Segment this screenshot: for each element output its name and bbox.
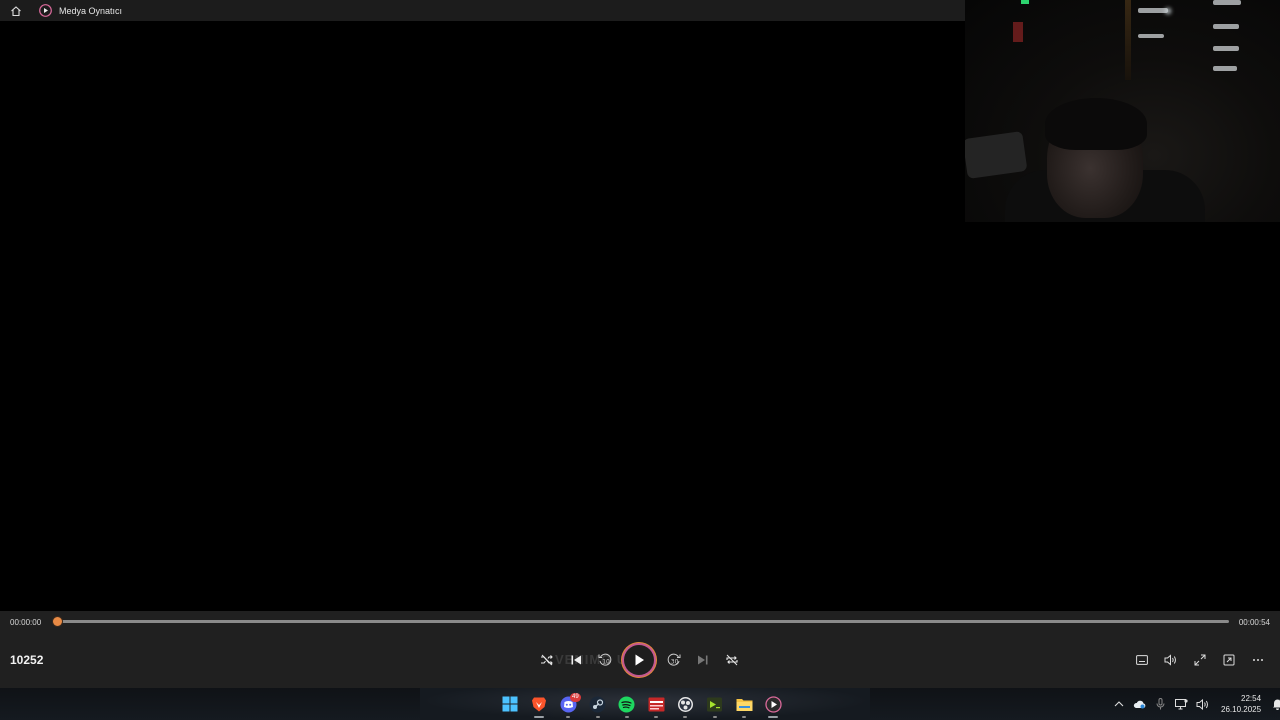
webcam-overlay xyxy=(965,0,1280,222)
previous-button[interactable] xyxy=(565,650,587,670)
svg-text:30: 30 xyxy=(671,659,679,666)
tray-network[interactable] xyxy=(1171,694,1192,714)
taskbar: 49 22:54 26.10.2025 xyxy=(0,688,1280,720)
mini-player-icon xyxy=(1223,654,1234,666)
playback-controls: VENIMO UNIT 10 30 xyxy=(535,644,745,676)
tray-onedrive[interactable] xyxy=(1129,694,1150,714)
network-icon xyxy=(1175,698,1188,709)
media-player-app-icon xyxy=(38,4,52,18)
brave-icon xyxy=(531,697,546,711)
steam-icon xyxy=(589,696,606,712)
subtitles-icon xyxy=(1135,655,1148,665)
taskbar-terminal[interactable] xyxy=(700,688,729,720)
rewind-10-button[interactable]: 10 xyxy=(594,650,616,670)
spotify-icon xyxy=(618,696,635,712)
title-bar: Medya Oynatıcı xyxy=(0,0,965,21)
taskbar-clock[interactable]: 22:54 26.10.2025 xyxy=(1221,693,1261,715)
next-button[interactable] xyxy=(692,650,714,670)
current-time: 00:00:00 xyxy=(10,618,42,627)
taskbar-brave[interactable] xyxy=(524,688,553,720)
notification-bell-icon xyxy=(1272,698,1280,710)
media-title: 10252 xyxy=(10,653,44,667)
taskbar-media-player[interactable] xyxy=(759,688,788,720)
media-player-icon xyxy=(765,695,782,713)
cloud-icon xyxy=(1133,700,1146,709)
subtitles-button[interactable] xyxy=(1127,651,1156,669)
folder-icon xyxy=(736,698,753,711)
discord-notification-badge: 49 xyxy=(569,693,581,702)
home-icon[interactable] xyxy=(8,3,24,19)
fullscreen-icon xyxy=(1194,654,1205,666)
repeat-button[interactable] xyxy=(721,650,743,670)
repeat-off-icon xyxy=(726,654,738,666)
more-options-button[interactable] xyxy=(1243,651,1272,669)
next-icon xyxy=(698,655,708,665)
seek-bar[interactable] xyxy=(53,617,1229,626)
taskbar-file-explorer[interactable] xyxy=(729,688,758,720)
speaker-icon xyxy=(1196,698,1208,710)
seek-thumb[interactable] xyxy=(53,617,62,626)
start-button[interactable] xyxy=(495,688,524,720)
player-controls: 00:00:00 00:00:54 10252 VENIMO UNIT 10 3… xyxy=(0,611,1280,688)
mini-player-button[interactable] xyxy=(1214,651,1243,669)
taskbar-obs[interactable] xyxy=(671,688,700,720)
notification-button[interactable] xyxy=(1267,694,1280,714)
microphone-icon xyxy=(1156,698,1165,710)
forward-30-icon: 30 xyxy=(667,653,681,666)
shuffle-icon xyxy=(541,654,553,666)
stream-app-icon xyxy=(648,697,665,711)
terminal-icon xyxy=(707,697,723,711)
previous-icon xyxy=(571,655,581,665)
volume-button[interactable] xyxy=(1156,651,1185,669)
tray-microphone[interactable] xyxy=(1150,694,1171,714)
clock-time: 22:54 xyxy=(1241,694,1262,703)
forward-30-button[interactable]: 30 xyxy=(663,650,685,670)
system-tray: 22:54 26.10.2025 xyxy=(1108,688,1280,720)
clock-date: 26.10.2025 xyxy=(1221,705,1262,714)
shuffle-button[interactable] xyxy=(536,650,558,670)
play-icon xyxy=(635,654,644,666)
total-time: 00:00:54 xyxy=(1238,618,1270,627)
svg-text:10: 10 xyxy=(602,659,610,666)
secondary-controls xyxy=(1127,651,1272,671)
taskbar-stream-app[interactable] xyxy=(641,688,670,720)
windows-icon xyxy=(502,696,518,712)
rewind-10-icon: 10 xyxy=(598,653,612,666)
chevron-up-icon xyxy=(1114,701,1123,707)
more-options-icon xyxy=(1252,659,1263,661)
window-title: Medya Oynatıcı xyxy=(59,5,123,16)
fullscreen-button[interactable] xyxy=(1185,651,1214,669)
tray-volume[interactable] xyxy=(1192,694,1213,714)
tray-overflow-button[interactable] xyxy=(1108,694,1129,714)
obs-icon xyxy=(677,696,693,712)
taskbar-steam[interactable] xyxy=(583,688,612,720)
volume-icon xyxy=(1164,654,1176,666)
taskbar-apps: 49 xyxy=(495,688,788,720)
taskbar-spotify[interactable] xyxy=(612,688,641,720)
taskbar-discord[interactable]: 49 xyxy=(554,688,583,720)
play-button[interactable] xyxy=(624,645,654,675)
